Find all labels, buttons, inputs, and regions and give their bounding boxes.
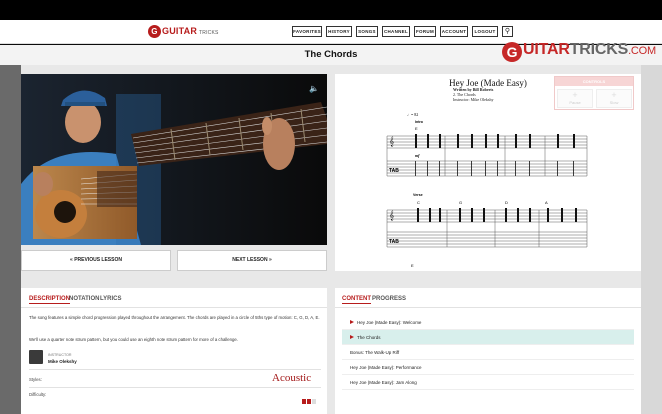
logo-text: GUITAR (162, 25, 198, 36)
svg-text:TAB: TAB (389, 168, 399, 174)
instructor-name[interactable]: Mike Olekshy (48, 359, 77, 364)
lesson-item[interactable]: Hey Joe (Made Easy): Welcome (342, 315, 634, 330)
lesson-item-label: Hey Joe (Made Easy): Jam Along (350, 380, 417, 385)
dynamic-marking: mf (415, 153, 420, 158)
video-player[interactable]: 🔈 (21, 74, 327, 245)
logo-tail: TRICKS (199, 29, 219, 36)
previous-lesson-button[interactable]: « PREVIOUS LESSON (21, 250, 171, 271)
tempo-marking: ♩= 82 (407, 112, 418, 117)
lesson-item-label: Hey Joe (Made Easy): Performance (350, 365, 422, 370)
video-frame-image (21, 74, 327, 245)
tab-lyrics[interactable]: LYRICS (100, 296, 121, 302)
lesson-item-label: Bonus: The Walk-Up Riff (350, 350, 400, 355)
verse-chord-1: C (417, 200, 420, 205)
intro-chord: E (415, 126, 418, 131)
site-logo[interactable]: G GUITAR TRICKS (148, 25, 219, 38)
verse-chord-3: D (505, 200, 508, 205)
instructor-role: INSTRUCTOR (48, 353, 72, 357)
nav-account-button[interactable]: ACCOUNT (440, 26, 468, 37)
svg-text:𝄞: 𝄞 (389, 210, 394, 221)
right-background (641, 65, 662, 414)
double-chevron-right-icon: » (267, 257, 272, 263)
volume-icon[interactable]: 🔈 (309, 84, 319, 93)
previous-lesson-label: PREVIOUS LESSON (74, 257, 122, 263)
styles-label: Styles: (29, 377, 42, 382)
tab-notation[interactable]: NOTATION (69, 296, 99, 302)
play-icon (350, 335, 354, 339)
svg-text:𝄞: 𝄞 (389, 136, 394, 147)
verse-label: Verse (413, 193, 423, 197)
nav-songs-button[interactable]: SONGS (356, 26, 378, 37)
nav-forum-button[interactable]: FORUM (414, 26, 436, 37)
nav-history-button[interactable]: HISTORY (326, 26, 352, 37)
intro-label: Intro (415, 120, 424, 124)
slow-label: Slow (609, 100, 619, 105)
lesson-item-label: The Chords (357, 335, 381, 340)
play-icon (350, 320, 354, 324)
divider (29, 369, 321, 370)
slow-control[interactable]: + Slow (596, 89, 632, 108)
style-value[interactable]: Acoustic (272, 372, 311, 384)
tab-progress[interactable]: PROGRESS (372, 296, 406, 302)
difficulty-label: Difficulty: (29, 392, 47, 397)
instructor-avatar[interactable] (29, 350, 43, 364)
bottom-chord: E (411, 263, 414, 268)
divider (21, 307, 327, 308)
lesson-item-label: Hey Joe (Made Easy): Welcome (357, 320, 422, 325)
search-button[interactable]: ⚲ (502, 26, 513, 37)
brand-watermark: G UITARTRICKS.COM (502, 41, 656, 62)
next-lesson-button[interactable]: NEXT LESSON » (177, 250, 327, 271)
tab-content[interactable]: CONTENT (342, 296, 371, 304)
tab-description[interactable]: DESCRIPTION (29, 296, 71, 304)
nav-logout-button[interactable]: LOGOUT (472, 26, 498, 37)
letterbox-top (0, 0, 662, 20)
nav-favorites-button[interactable]: FAVORITES (292, 26, 322, 37)
controls-box: CONTROLS + Pause + Slow (554, 76, 634, 110)
controls-header: CONTROLS (555, 77, 633, 86)
description-text-1: The song features a simple chord progres… (29, 315, 320, 320)
lesson-item[interactable]: Hey Joe (Made Easy): Jam Along (342, 375, 634, 390)
logo-g-icon: G (148, 25, 161, 38)
next-lesson-label: NEXT LESSON (232, 257, 268, 263)
screen: G GUITAR TRICKS FAVORITES HISTORY SONGS CH… (0, 0, 662, 414)
brand-g-icon: G (502, 42, 522, 62)
lesson-item[interactable]: Bonus: The Walk-Up Riff (342, 345, 634, 360)
verse-chord-4: A (545, 200, 548, 205)
difficulty-meter (302, 391, 318, 404)
lesson-item[interactable]: Hey Joe (Made Easy): Performance (342, 360, 634, 375)
lesson-item-active[interactable]: The Chords (342, 330, 634, 345)
pause-label: Pause (569, 100, 581, 105)
divider (335, 307, 641, 308)
nav-channel-button[interactable]: CHANNEL (382, 26, 410, 37)
verse-chord-2: G (459, 200, 462, 205)
search-icon: ⚲ (504, 28, 511, 35)
pause-control[interactable]: + Pause (557, 89, 593, 108)
svg-text:TAB: TAB (389, 239, 399, 245)
divider (29, 387, 321, 388)
left-background (0, 65, 21, 414)
description-text-2: We'll use a quarter note strum pattern, … (29, 337, 239, 342)
